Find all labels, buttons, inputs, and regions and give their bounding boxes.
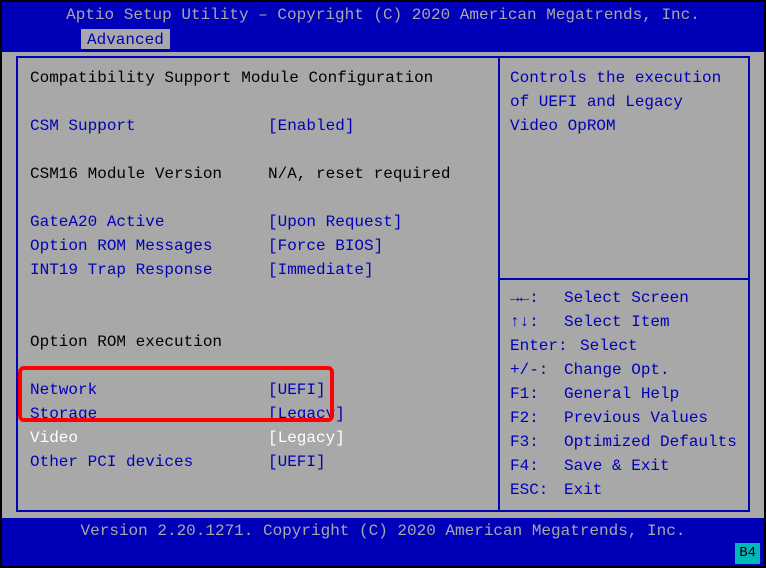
option-video-selected[interactable]: Video [Legacy] [30,426,486,450]
video-value: [Legacy] [268,426,486,450]
help-line: Video OpROM [510,114,738,138]
tab-label: Advanced [87,31,164,49]
option-gatea20[interactable]: GateA20 Active [Upon Request] [30,210,486,234]
option-oprom-messages[interactable]: Option ROM Messages [Force BIOS] [30,234,486,258]
content-area: Compatibility Support Module Configurati… [16,56,750,512]
network-label: Network [30,378,268,402]
help-line: of UEFI and Legacy [510,90,738,114]
csm-support-value: [Enabled] [268,114,486,138]
storage-value: [Legacy] [268,402,486,426]
hotkey-prev-values: F2:Previous Values [510,406,738,430]
option-csm-support[interactable]: CSM Support [Enabled] [30,114,486,138]
option-network[interactable]: Network [UEFI] [30,378,486,402]
int19-label: INT19 Trap Response [30,258,268,282]
csm16-label: CSM16 Module Version [30,162,268,186]
csm-support-label: CSM Support [30,114,268,138]
section-title: Compatibility Support Module Configurati… [30,66,486,90]
header-title: Aptio Setup Utility – Copyright (C) 2020… [66,6,700,24]
option-int19[interactable]: INT19 Trap Response [Immediate] [30,258,486,282]
panel-right: Controls the execution of UEFI and Legac… [500,56,750,512]
help-description: Controls the execution of UEFI and Legac… [500,58,748,278]
panel-left: Compatibility Support Module Configurati… [16,56,500,512]
video-label: Video [30,426,268,450]
header-bar: Aptio Setup Utility – Copyright (C) 2020… [2,2,764,28]
storage-label: Storage [30,402,268,426]
oprom-msgs-value: [Force BIOS] [268,234,486,258]
hotkey-change: +/-:Change Opt. [510,358,738,382]
option-other-pci[interactable]: Other PCI devices [UEFI] [30,450,486,474]
other-pci-value: [UEFI] [268,450,486,474]
tab-advanced[interactable]: Advanced [80,28,171,50]
hotkey-help: F1:General Help [510,382,738,406]
tab-row: Advanced [2,28,764,52]
gatea20-value: [Upon Request] [268,210,486,234]
hotkey-exit: ESC:Exit [510,478,738,502]
gatea20-label: GateA20 Active [30,210,268,234]
hotkey-select: Enter:Select [510,334,738,358]
footer-text: Version 2.20.1271. Copyright (C) 2020 Am… [2,518,764,544]
network-value: [UEFI] [268,378,486,402]
bios-frame: Aptio Setup Utility – Copyright (C) 2020… [0,0,766,568]
help-hotkeys: →←:Select Screen ↑↓:Select Item Enter:Se… [500,280,748,510]
footer-bar: Version 2.20.1271. Copyright (C) 2020 Am… [2,518,764,566]
footer-badge: B4 [735,543,760,564]
hotkey-select-screen: →←:Select Screen [510,286,738,310]
option-storage[interactable]: Storage [Legacy] [30,402,486,426]
hotkey-opt-defaults: F3:Optimized Defaults [510,430,738,454]
hotkey-select-item: ↑↓:Select Item [510,310,738,334]
hotkey-save-exit: F4:Save & Exit [510,454,738,478]
csm16-version: CSM16 Module Version N/A, reset required [30,162,486,186]
oprom-msgs-label: Option ROM Messages [30,234,268,258]
oprom-exec-title: Option ROM execution [30,330,486,354]
other-pci-label: Other PCI devices [30,450,268,474]
help-line: Controls the execution [510,66,738,90]
csm16-value: N/A, reset required [268,162,486,186]
int19-value: [Immediate] [268,258,486,282]
